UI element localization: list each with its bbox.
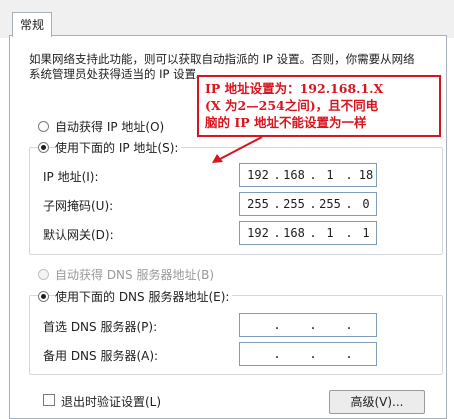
ip-address-field[interactable]: 192. 168. 1. 18 xyxy=(239,163,377,187)
subnet-octet-1[interactable]: 255 xyxy=(245,197,271,211)
gateway-octet-2[interactable]: 168 xyxy=(281,226,307,240)
octet-separator: . xyxy=(273,226,281,240)
dialog-header-band xyxy=(0,0,454,38)
preferred-dns-label: 首选 DNS 服务器(P): xyxy=(43,320,158,334)
auto-dns-radio[interactable] xyxy=(38,269,49,280)
octet-separator: . xyxy=(345,318,353,332)
ip-octet-4[interactable]: 18 xyxy=(353,168,379,182)
subnet-octet-3[interactable]: 255 xyxy=(317,197,343,211)
annotation-callout: IP 地址设置为：192.168.1.X (X 为2—254之间)，且不同电 脑… xyxy=(197,75,441,137)
default-gateway-field[interactable]: 192. 168. 1. 1 xyxy=(239,221,377,245)
manual-dns-radio[interactable] xyxy=(38,291,49,302)
manual-dns-label[interactable]: 使用下面的 DNS 服务器地址(E): xyxy=(55,288,233,305)
annotation-line-1: IP 地址设置为：192.168.1.X xyxy=(205,81,384,96)
octet-separator: . xyxy=(309,168,317,182)
subnet-octet-2[interactable]: 255 xyxy=(281,197,307,211)
alternate-dns-field[interactable]: . . . xyxy=(239,342,377,366)
ip-address-label: IP 地址(I): xyxy=(43,170,99,184)
ip-octet-2[interactable]: 168 xyxy=(281,168,307,182)
ip-octet-1[interactable]: 192 xyxy=(245,168,271,182)
octet-separator: . xyxy=(309,347,317,361)
octet-separator: . xyxy=(345,197,353,211)
validate-on-exit-checkbox[interactable] xyxy=(43,394,55,406)
annotation-line-2: (X 为2—254之间)，且不同电 xyxy=(205,98,379,113)
tab-general[interactable]: 常规 xyxy=(12,12,52,37)
gateway-octet-1[interactable]: 192 xyxy=(245,226,271,240)
octet-separator: . xyxy=(273,347,281,361)
octet-separator: . xyxy=(309,226,317,240)
subnet-mask-label: 子网掩码(U): xyxy=(43,199,114,213)
octet-separator: . xyxy=(345,226,353,240)
subnet-mask-field[interactable]: 255. 255. 255. 0 xyxy=(239,192,377,216)
gateway-octet-3[interactable]: 1 xyxy=(317,226,343,240)
manual-ip-radio[interactable] xyxy=(38,142,49,153)
octet-separator: . xyxy=(309,318,317,332)
octet-separator: . xyxy=(345,347,353,361)
manual-ip-label[interactable]: 使用下面的 IP 地址(S): xyxy=(55,139,182,156)
octet-separator: . xyxy=(309,197,317,211)
auto-ip-label[interactable]: 自动获得 IP 地址(O) xyxy=(55,118,164,135)
annotation-line-3: 脑的 IP 地址不能设置为一样 xyxy=(205,115,367,130)
gateway-octet-4[interactable]: 1 xyxy=(353,226,379,240)
octet-separator: . xyxy=(273,318,281,332)
preferred-dns-field[interactable]: . . . xyxy=(239,313,377,337)
advanced-button[interactable]: 高级(V)... xyxy=(329,390,425,414)
auto-ip-radio[interactable] xyxy=(38,121,49,132)
octet-separator: . xyxy=(273,197,281,211)
default-gateway-label: 默认网关(D): xyxy=(43,228,114,242)
octet-separator: . xyxy=(273,168,281,182)
subnet-octet-4[interactable]: 0 xyxy=(353,197,379,211)
validate-on-exit-label[interactable]: 退出时验证设置(L) xyxy=(61,393,161,410)
alternate-dns-label: 备用 DNS 服务器(A): xyxy=(43,349,159,363)
ip-octet-3[interactable]: 1 xyxy=(317,168,343,182)
auto-dns-label[interactable]: 自动获得 DNS 服务器地址(B) xyxy=(55,266,214,283)
octet-separator: . xyxy=(345,168,353,182)
